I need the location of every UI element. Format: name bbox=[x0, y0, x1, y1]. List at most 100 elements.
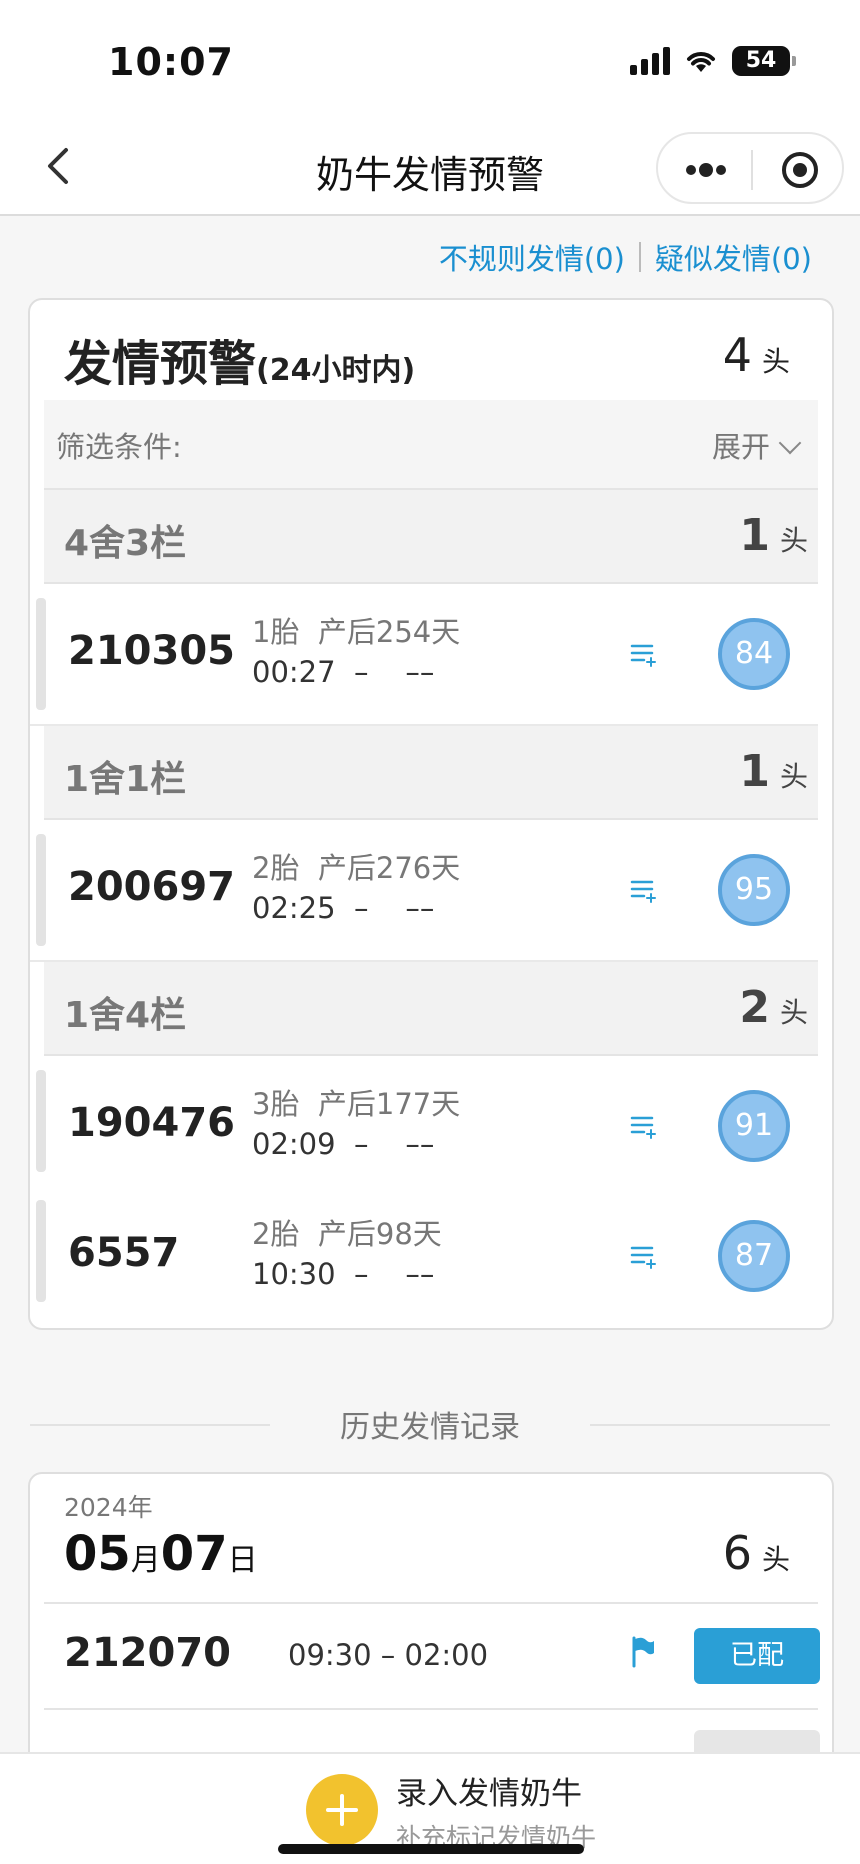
cow-row[interactable]: 190476 3胎 产后177天 02:09 – –– 91 bbox=[30, 1056, 818, 1186]
cow-time-dash: – bbox=[354, 891, 369, 925]
pen-group-count: 1头 bbox=[739, 746, 808, 797]
cow-start-time: 02:09 bbox=[252, 1127, 336, 1161]
history-row[interactable]: 212070 09:30 – 02:00 已配 bbox=[30, 1604, 832, 1708]
cow-row-marker bbox=[36, 1200, 46, 1302]
cow-info: 2胎 产后98天 10:30 – –– bbox=[252, 1214, 442, 1294]
add-estrus-cow-label[interactable]: 录入发情奶牛 bbox=[396, 1768, 582, 1813]
wifi-icon bbox=[687, 52, 715, 72]
history-month: 05 bbox=[64, 1526, 131, 1582]
history-year: 2024年 bbox=[64, 1493, 153, 1522]
pen-group-count-unit: 头 bbox=[779, 524, 808, 557]
list-icon[interactable] bbox=[630, 1114, 658, 1140]
cow-row-marker bbox=[36, 834, 46, 946]
status-time: 10:07 bbox=[108, 40, 234, 84]
pen-group-count-value: 1 bbox=[739, 746, 770, 797]
cow-days-postpartum: 产后177天 bbox=[317, 1087, 461, 1121]
pen-group-name: 1舍1栏 bbox=[64, 759, 187, 800]
cow-time-dash: – bbox=[354, 655, 369, 689]
pen-group-header: 1舍4栏 2头 bbox=[44, 962, 818, 1056]
cow-row[interactable]: 6557 2胎 产后98天 10:30 – –– 87 bbox=[30, 1186, 818, 1316]
estrus-score-badge: 87 bbox=[718, 1220, 790, 1292]
cow-parity: 3胎 bbox=[252, 1087, 300, 1121]
estrus-score-badge: 84 bbox=[718, 618, 790, 690]
cow-id: 210305 bbox=[68, 628, 235, 674]
cow-parity: 2胎 bbox=[252, 851, 300, 885]
alert-title: 发情预警(24小时内) bbox=[64, 324, 415, 394]
alert-count-unit: 头 bbox=[761, 345, 790, 378]
history-record-card: 2024年 05月07日 6头 212070 09:30 – 02:00 已配 bbox=[28, 1472, 834, 1792]
history-title-line-right bbox=[590, 1424, 830, 1426]
alert-card-header: 发情预警(24小时内) 4头 bbox=[30, 300, 832, 400]
cow-parity: 1胎 bbox=[252, 615, 300, 649]
pen-group-name: 1舍4栏 bbox=[64, 995, 187, 1036]
history-time-range: 09:30 – 02:00 bbox=[288, 1638, 489, 1672]
history-count-unit: 头 bbox=[761, 1543, 790, 1576]
estrus-score-badge: 91 bbox=[718, 1090, 790, 1162]
alert-title-text: 发情预警 bbox=[64, 336, 257, 392]
link-divider bbox=[638, 242, 641, 272]
cow-row[interactable]: 210305 1胎 产后254天 00:27 – –– 84 bbox=[30, 584, 818, 726]
pen-group-count-unit: 头 bbox=[779, 760, 808, 793]
cow-start-time: 00:27 bbox=[252, 655, 336, 689]
alert-type-links: 不规则发情(0) 疑似发情(0) bbox=[439, 236, 812, 278]
history-date: 05月07日 bbox=[64, 1526, 258, 1582]
filter-expand-button[interactable]: 展开 bbox=[712, 424, 802, 466]
history-title-line-left bbox=[30, 1424, 270, 1426]
pen-group-count-value: 2 bbox=[739, 982, 770, 1033]
list-icon[interactable] bbox=[630, 642, 658, 668]
signal-icon bbox=[630, 47, 670, 75]
alert-total-count: 4头 bbox=[723, 328, 790, 382]
estrus-alert-card: 发情预警(24小时内) 4头 筛选条件: 展开 4舍3栏 1头 210305 1… bbox=[28, 298, 834, 1330]
pen-group-header: 1舍1栏 1头 bbox=[44, 726, 818, 820]
suspected-estrus-link[interactable]: 疑似发情(0) bbox=[655, 236, 812, 278]
cow-end-time: –– bbox=[405, 1257, 435, 1291]
status-icons: 54 bbox=[630, 46, 796, 76]
cow-id: 6557 bbox=[68, 1230, 180, 1276]
cow-info: 2胎 产后276天 02:25 – –– bbox=[252, 848, 460, 928]
irregular-estrus-link[interactable]: 不规则发情(0) bbox=[439, 236, 625, 278]
home-indicator bbox=[278, 1844, 584, 1854]
cow-end-time: –– bbox=[405, 655, 435, 689]
history-section-title: 历史发情记录 bbox=[0, 1402, 860, 1446]
plus-icon[interactable] bbox=[306, 1774, 378, 1846]
filter-row: 筛选条件: 展开 bbox=[44, 400, 818, 490]
history-count-value: 6 bbox=[722, 1526, 752, 1580]
mini-program-capsule bbox=[656, 132, 844, 204]
nav-bar: 奶牛发情预警 bbox=[0, 120, 860, 216]
pen-group-header: 4舍3栏 1头 bbox=[44, 490, 818, 584]
cow-row-marker bbox=[36, 1070, 46, 1172]
cow-end-time: –– bbox=[405, 1127, 435, 1161]
pen-group-name: 4舍3栏 bbox=[64, 523, 187, 564]
history-cow-id: 212070 bbox=[64, 1630, 231, 1676]
capsule-divider bbox=[751, 150, 753, 190]
target-icon[interactable] bbox=[780, 150, 820, 190]
cow-days-postpartum: 产后276天 bbox=[317, 851, 461, 885]
list-icon[interactable] bbox=[630, 878, 658, 904]
more-icon[interactable] bbox=[682, 156, 730, 184]
matched-status-button[interactable]: 已配 bbox=[694, 1628, 820, 1684]
cow-row[interactable]: 200697 2胎 产后276天 02:25 – –– 95 bbox=[30, 820, 818, 962]
cow-days-postpartum: 产后98天 bbox=[317, 1217, 442, 1251]
filter-label: 筛选条件: bbox=[56, 430, 182, 464]
history-day: 07 bbox=[160, 1526, 228, 1582]
cow-end-time: –– bbox=[405, 891, 435, 925]
pen-group-count-unit: 头 bbox=[779, 996, 808, 1029]
cow-time-dash: – bbox=[354, 1127, 369, 1161]
cow-id: 190476 bbox=[68, 1100, 235, 1146]
estrus-score-badge: 95 bbox=[718, 854, 790, 926]
cow-time-dash: – bbox=[354, 1257, 369, 1291]
battery-icon: 54 bbox=[732, 46, 796, 76]
history-divider bbox=[44, 1708, 818, 1710]
flag-icon[interactable] bbox=[630, 1636, 656, 1668]
list-icon[interactable] bbox=[630, 1244, 658, 1270]
cow-id: 200697 bbox=[68, 864, 235, 910]
cow-start-time: 10:30 bbox=[252, 1257, 336, 1291]
pen-group-count: 2头 bbox=[739, 982, 808, 1033]
cow-info: 3胎 产后177天 02:09 – –– bbox=[252, 1084, 460, 1164]
pen-group-count: 1头 bbox=[739, 510, 808, 561]
history-day-unit: 日 bbox=[227, 1543, 258, 1578]
cow-start-time: 02:25 bbox=[252, 891, 336, 925]
cow-info: 1胎 产后254天 00:27 – –– bbox=[252, 612, 460, 692]
cow-parity: 2胎 bbox=[252, 1217, 300, 1251]
history-title-text: 历史发情记录 bbox=[340, 1410, 520, 1445]
